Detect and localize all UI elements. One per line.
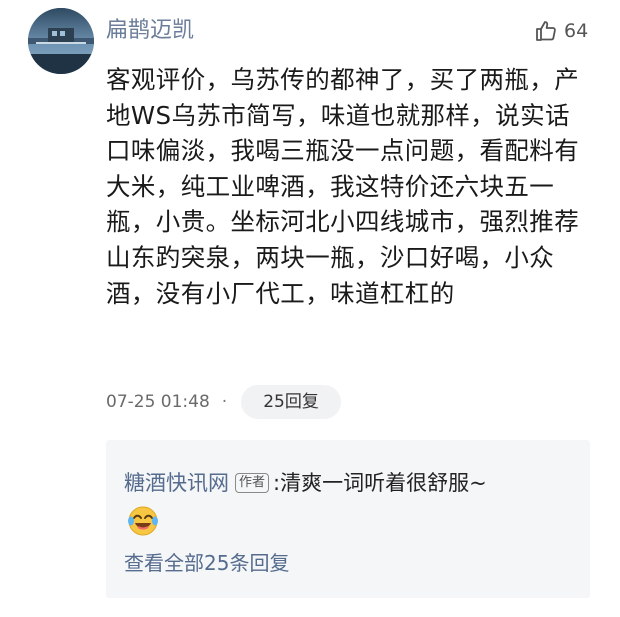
author-badge: 作者 xyxy=(235,473,270,493)
timestamp: 07-25 01:48 xyxy=(106,392,210,412)
reply-text: 清爽一词听着很舒服~ xyxy=(280,471,487,495)
like-button[interactable]: 64 xyxy=(534,17,588,45)
reply-button[interactable]: 25回复 xyxy=(241,385,341,419)
reply-author[interactable]: 糖酒快讯网 xyxy=(124,468,229,498)
comment-item: 扁鹊迈凯 64 客观评价，乌苏传的都神了，买了两瓶，产地WS乌苏市简写，味道也就… xyxy=(0,0,620,617)
view-all-replies-link[interactable]: 查看全部25条回复 xyxy=(124,548,289,578)
separator-dot: · xyxy=(221,392,228,412)
laughing-tears-emoji-icon xyxy=(126,504,160,538)
like-count: 64 xyxy=(564,20,589,42)
reply-item: 糖酒快讯网 作者 : 清爽一词听着很舒服~ xyxy=(124,468,487,498)
avatar[interactable] xyxy=(28,8,94,74)
reply-colon: : xyxy=(273,471,281,495)
reply-preview[interactable]: 糖酒快讯网 作者 : 清爽一词听着很舒服~ 查看全部25条回复 xyxy=(106,440,590,598)
thumbs-up-icon xyxy=(534,19,558,43)
username[interactable]: 扁鹊迈凯 xyxy=(106,17,194,45)
comment-body: 客观评价，乌苏传的都神了，买了两瓶，产地WS乌苏市简写，味道也就那样，说实话口味… xyxy=(106,65,580,308)
comment-meta: 07-25 01:48 · 25回复 xyxy=(106,385,341,419)
